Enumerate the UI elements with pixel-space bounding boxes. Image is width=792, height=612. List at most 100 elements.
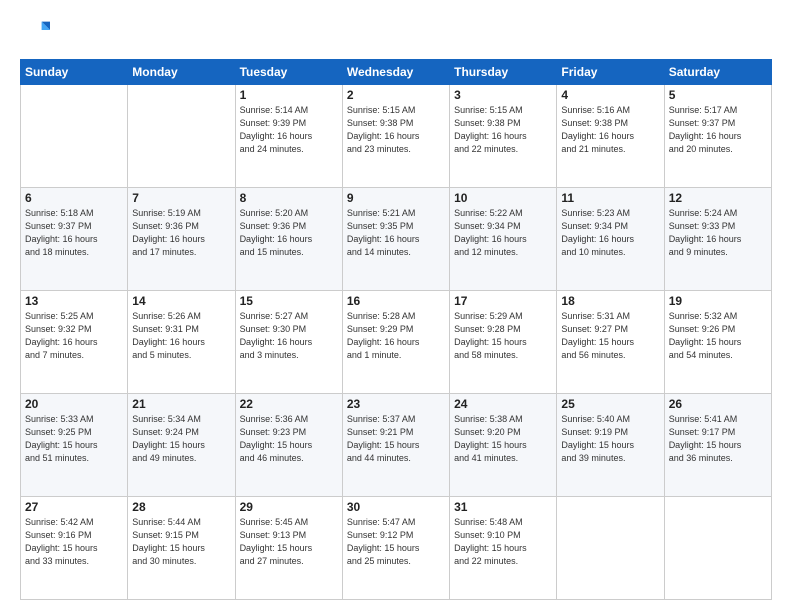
day-number: 20 xyxy=(25,397,123,411)
header xyxy=(20,16,772,49)
calendar-week-row: 6 Sunrise: 5:18 AM Sunset: 9:37 PM Daylig… xyxy=(21,188,772,291)
day-info: Sunrise: 5:42 AM Sunset: 9:16 PM Dayligh… xyxy=(25,516,123,568)
day-info: Sunrise: 5:15 AM Sunset: 9:38 PM Dayligh… xyxy=(454,104,552,156)
day-info: Sunrise: 5:44 AM Sunset: 9:15 PM Dayligh… xyxy=(132,516,230,568)
calendar-cell: 13 Sunrise: 5:25 AM Sunset: 9:32 PM Dayli… xyxy=(21,291,128,394)
calendar-cell: 12 Sunrise: 5:24 AM Sunset: 9:33 PM Dayli… xyxy=(664,188,771,291)
day-number: 1 xyxy=(240,88,338,102)
day-number: 29 xyxy=(240,500,338,514)
day-number: 8 xyxy=(240,191,338,205)
day-number: 14 xyxy=(132,294,230,308)
day-number: 4 xyxy=(561,88,659,102)
day-of-week-header: Sunday xyxy=(21,60,128,85)
day-number: 6 xyxy=(25,191,123,205)
calendar-cell: 14 Sunrise: 5:26 AM Sunset: 9:31 PM Dayli… xyxy=(128,291,235,394)
day-info: Sunrise: 5:41 AM Sunset: 9:17 PM Dayligh… xyxy=(669,413,767,465)
calendar-cell xyxy=(21,85,128,188)
day-info: Sunrise: 5:48 AM Sunset: 9:10 PM Dayligh… xyxy=(454,516,552,568)
day-info: Sunrise: 5:18 AM Sunset: 9:37 PM Dayligh… xyxy=(25,207,123,259)
day-info: Sunrise: 5:47 AM Sunset: 9:12 PM Dayligh… xyxy=(347,516,445,568)
day-of-week-header: Wednesday xyxy=(342,60,449,85)
calendar-cell: 2Sunrise: 5:15 AM Sunset: 9:38 PM Daylig… xyxy=(342,85,449,188)
day-info: Sunrise: 5:19 AM Sunset: 9:36 PM Dayligh… xyxy=(132,207,230,259)
day-number: 24 xyxy=(454,397,552,411)
calendar-cell: 23Sunrise: 5:37 AM Sunset: 9:21 PM Dayli… xyxy=(342,394,449,497)
calendar-week-row: 13 Sunrise: 5:25 AM Sunset: 9:32 PM Dayli… xyxy=(21,291,772,394)
calendar-cell: 31 Sunrise: 5:48 AM Sunset: 9:10 PM Dayli… xyxy=(450,497,557,600)
calendar-cell: 26 Sunrise: 5:41 AM Sunset: 9:17 PM Dayli… xyxy=(664,394,771,497)
calendar-cell: 25Sunrise: 5:40 AM Sunset: 9:19 PM Dayli… xyxy=(557,394,664,497)
day-number: 12 xyxy=(669,191,767,205)
day-info: Sunrise: 5:34 AM Sunset: 9:24 PM Dayligh… xyxy=(132,413,230,465)
calendar-week-row: 1 Sunrise: 5:14 AM Sunset: 9:39 PM Daylig… xyxy=(21,85,772,188)
day-number: 3 xyxy=(454,88,552,102)
day-info: Sunrise: 5:36 AM Sunset: 9:23 PM Dayligh… xyxy=(240,413,338,465)
day-of-week-header: Thursday xyxy=(450,60,557,85)
calendar-cell: 8Sunrise: 5:20 AM Sunset: 9:36 PM Daylig… xyxy=(235,188,342,291)
calendar-cell: 1 Sunrise: 5:14 AM Sunset: 9:39 PM Daylig… xyxy=(235,85,342,188)
day-number: 22 xyxy=(240,397,338,411)
calendar-cell: 5 Sunrise: 5:17 AM Sunset: 9:37 PM Daylig… xyxy=(664,85,771,188)
day-number: 9 xyxy=(347,191,445,205)
day-of-week-header: Friday xyxy=(557,60,664,85)
day-info: Sunrise: 5:24 AM Sunset: 9:33 PM Dayligh… xyxy=(669,207,767,259)
calendar-cell: 10Sunrise: 5:22 AM Sunset: 9:34 PM Dayli… xyxy=(450,188,557,291)
day-info: Sunrise: 5:38 AM Sunset: 9:20 PM Dayligh… xyxy=(454,413,552,465)
calendar-cell: 3 Sunrise: 5:15 AM Sunset: 9:38 PM Daylig… xyxy=(450,85,557,188)
calendar-cell xyxy=(557,497,664,600)
day-number: 10 xyxy=(454,191,552,205)
day-of-week-header: Monday xyxy=(128,60,235,85)
day-number: 26 xyxy=(669,397,767,411)
day-number: 18 xyxy=(561,294,659,308)
day-info: Sunrise: 5:16 AM Sunset: 9:38 PM Dayligh… xyxy=(561,104,659,156)
day-info: Sunrise: 5:21 AM Sunset: 9:35 PM Dayligh… xyxy=(347,207,445,259)
calendar-cell xyxy=(128,85,235,188)
day-info: Sunrise: 5:27 AM Sunset: 9:30 PM Dayligh… xyxy=(240,310,338,362)
calendar-cell: 15 Sunrise: 5:27 AM Sunset: 9:30 PM Dayli… xyxy=(235,291,342,394)
day-number: 17 xyxy=(454,294,552,308)
calendar-table: SundayMondayTuesdayWednesdayThursdayFrid… xyxy=(20,59,772,600)
day-info: Sunrise: 5:32 AM Sunset: 9:26 PM Dayligh… xyxy=(669,310,767,362)
day-info: Sunrise: 5:28 AM Sunset: 9:29 PM Dayligh… xyxy=(347,310,445,362)
calendar-cell: 20Sunrise: 5:33 AM Sunset: 9:25 PM Dayli… xyxy=(21,394,128,497)
day-number: 31 xyxy=(454,500,552,514)
day-info: Sunrise: 5:17 AM Sunset: 9:37 PM Dayligh… xyxy=(669,104,767,156)
calendar-cell: 22 Sunrise: 5:36 AM Sunset: 9:23 PM Dayli… xyxy=(235,394,342,497)
day-info: Sunrise: 5:26 AM Sunset: 9:31 PM Dayligh… xyxy=(132,310,230,362)
day-info: Sunrise: 5:37 AM Sunset: 9:21 PM Dayligh… xyxy=(347,413,445,465)
calendar-cell: 19Sunrise: 5:32 AM Sunset: 9:26 PM Dayli… xyxy=(664,291,771,394)
day-number: 13 xyxy=(25,294,123,308)
day-info: Sunrise: 5:23 AM Sunset: 9:34 PM Dayligh… xyxy=(561,207,659,259)
calendar-cell: 9 Sunrise: 5:21 AM Sunset: 9:35 PM Daylig… xyxy=(342,188,449,291)
day-number: 16 xyxy=(347,294,445,308)
calendar-cell: 30 Sunrise: 5:47 AM Sunset: 9:12 PM Dayli… xyxy=(342,497,449,600)
day-of-week-header: Tuesday xyxy=(235,60,342,85)
day-info: Sunrise: 5:31 AM Sunset: 9:27 PM Dayligh… xyxy=(561,310,659,362)
calendar-cell: 18 Sunrise: 5:31 AM Sunset: 9:27 PM Dayli… xyxy=(557,291,664,394)
day-info: Sunrise: 5:29 AM Sunset: 9:28 PM Dayligh… xyxy=(454,310,552,362)
logo-icon xyxy=(22,16,50,44)
calendar-cell: 4 Sunrise: 5:16 AM Sunset: 9:38 PM Daylig… xyxy=(557,85,664,188)
day-number: 15 xyxy=(240,294,338,308)
day-number: 21 xyxy=(132,397,230,411)
day-number: 27 xyxy=(25,500,123,514)
calendar-header-row: SundayMondayTuesdayWednesdayThursdayFrid… xyxy=(21,60,772,85)
calendar-cell: 24 Sunrise: 5:38 AM Sunset: 9:20 PM Dayli… xyxy=(450,394,557,497)
calendar-cell: 6 Sunrise: 5:18 AM Sunset: 9:37 PM Daylig… xyxy=(21,188,128,291)
day-info: Sunrise: 5:14 AM Sunset: 9:39 PM Dayligh… xyxy=(240,104,338,156)
calendar-week-row: 20Sunrise: 5:33 AM Sunset: 9:25 PM Dayli… xyxy=(21,394,772,497)
day-number: 5 xyxy=(669,88,767,102)
calendar-cell: 11Sunrise: 5:23 AM Sunset: 9:34 PM Dayli… xyxy=(557,188,664,291)
day-number: 2 xyxy=(347,88,445,102)
day-number: 30 xyxy=(347,500,445,514)
calendar-cell: 16 Sunrise: 5:28 AM Sunset: 9:29 PM Dayli… xyxy=(342,291,449,394)
day-number: 7 xyxy=(132,191,230,205)
calendar-cell: 17 Sunrise: 5:29 AM Sunset: 9:28 PM Dayli… xyxy=(450,291,557,394)
calendar-cell: 7 Sunrise: 5:19 AM Sunset: 9:36 PM Daylig… xyxy=(128,188,235,291)
page: SundayMondayTuesdayWednesdayThursdayFrid… xyxy=(0,0,792,612)
day-info: Sunrise: 5:25 AM Sunset: 9:32 PM Dayligh… xyxy=(25,310,123,362)
calendar-cell: 28Sunrise: 5:44 AM Sunset: 9:15 PM Dayli… xyxy=(128,497,235,600)
calendar-cell: 27 Sunrise: 5:42 AM Sunset: 9:16 PM Dayli… xyxy=(21,497,128,600)
day-info: Sunrise: 5:40 AM Sunset: 9:19 PM Dayligh… xyxy=(561,413,659,465)
calendar-cell xyxy=(664,497,771,600)
